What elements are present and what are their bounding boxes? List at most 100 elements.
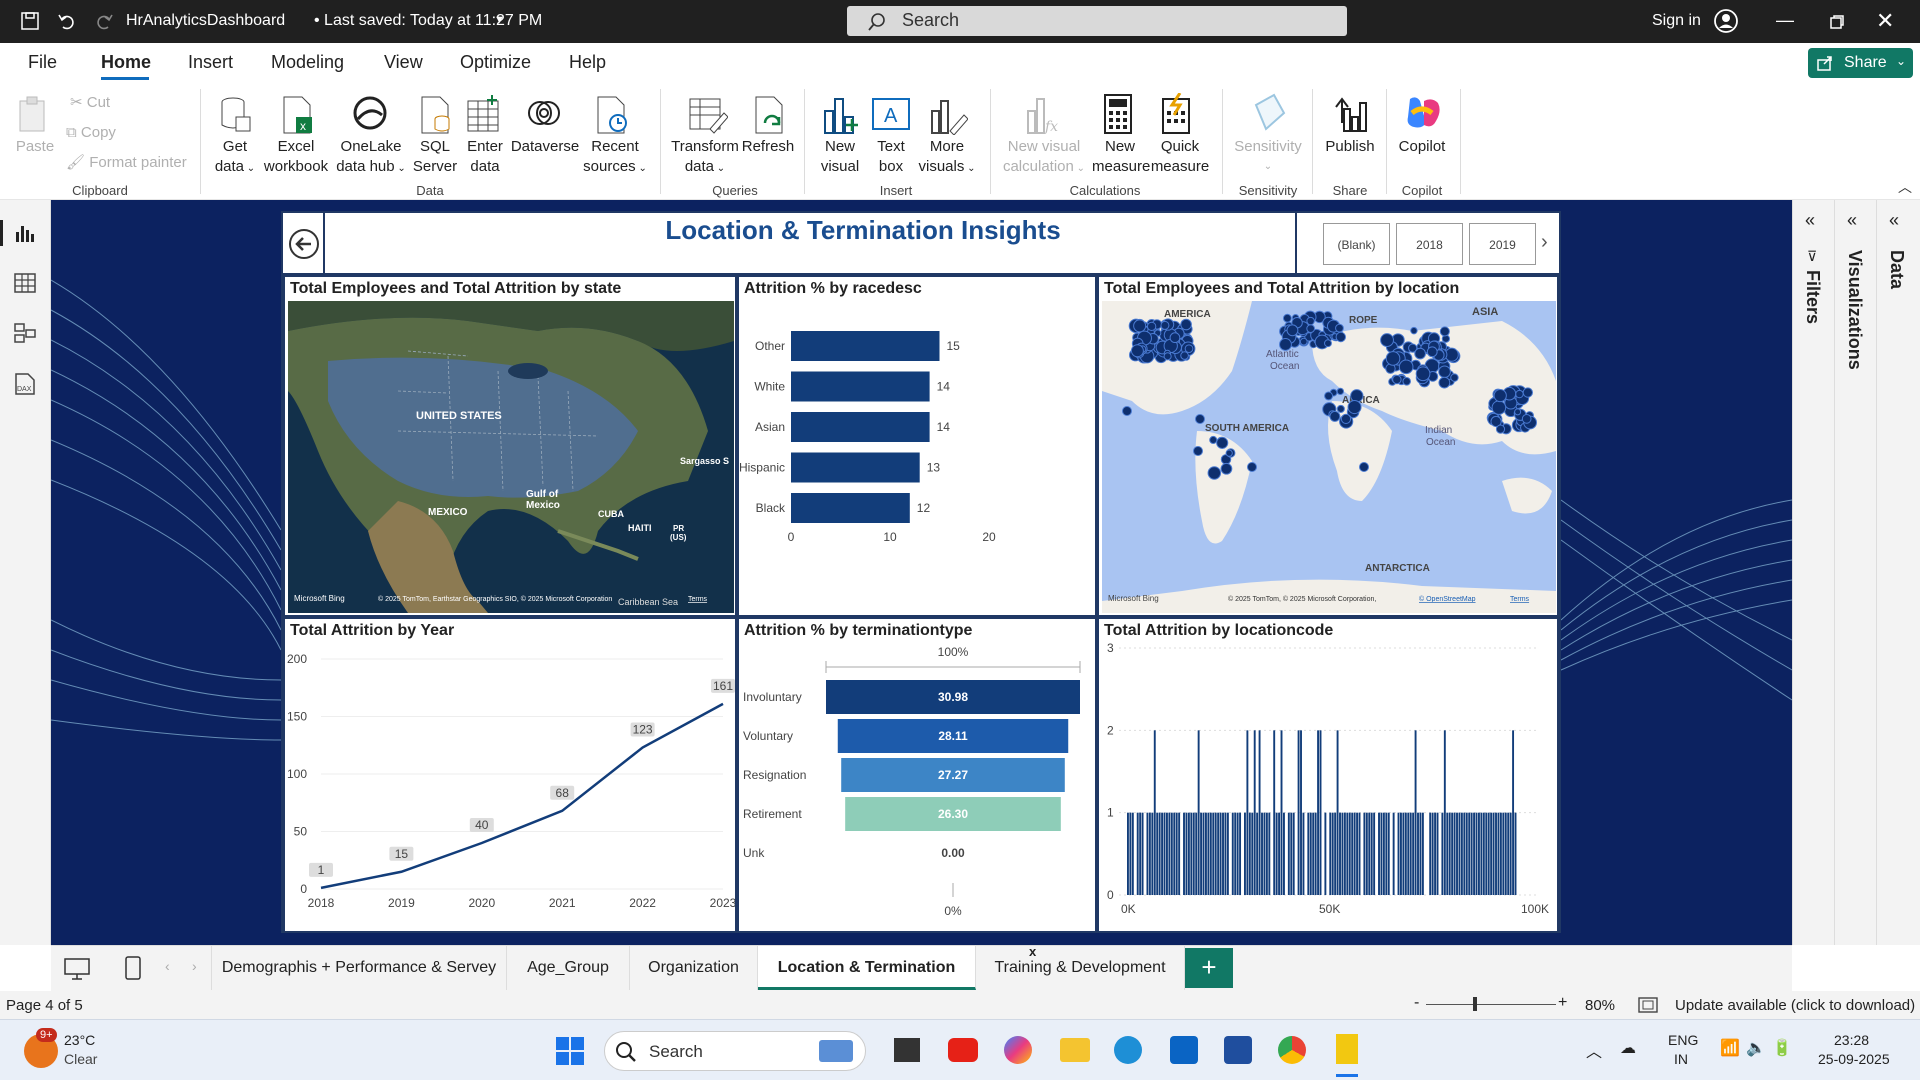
copilot-button[interactable]: Copilot <box>1392 137 1452 157</box>
dax-query-view-icon[interactable]: DAX <box>14 372 36 396</box>
transform-data-button[interactable]: Transform data ⌄ <box>670 137 740 179</box>
back-arrow-icon[interactable] <box>288 228 320 260</box>
sql-server-button[interactable]: SQL Server <box>410 137 460 177</box>
table-view-icon[interactable] <box>14 272 36 294</box>
visualizations-pane[interactable]: « Visualizations <box>1835 200 1877 945</box>
slicer-item-2019[interactable]: 2019 <box>1469 223 1536 265</box>
save-icon[interactable] <box>20 11 40 31</box>
power-bi-icon[interactable] <box>1336 1034 1358 1064</box>
new-measure-button[interactable]: New measure <box>1092 137 1150 177</box>
copilot-app-icon[interactable] <box>1004 1036 1032 1064</box>
tab-location-termination[interactable]: Location & Termination Insights <box>758 946 976 1020</box>
dataverse-button[interactable]: Dataverse <box>510 137 580 157</box>
mobile-layout-icon[interactable] <box>125 956 141 980</box>
sensitivity-button[interactable]: Sensitivity ⌄ <box>1230 137 1306 177</box>
fit-to-page-icon[interactable] <box>1638 997 1658 1013</box>
year-line-chart[interactable]: 0 50 100 150 200 1 2018 15 2019 40 2020 68 2021 123 20… <box>285 643 735 933</box>
tabs-next-icon[interactable]: › <box>192 958 197 974</box>
get-data-button[interactable]: Get data ⌄ <box>210 137 260 179</box>
battery-icon[interactable]: 🔋 <box>1772 1038 1792 1058</box>
menu-home[interactable]: Home <box>101 52 151 73</box>
model-view-icon[interactable] <box>14 322 36 344</box>
close-icon[interactable]: ✕ <box>1876 8 1894 34</box>
recent-sources-button[interactable]: Recent sources ⌄ <box>582 137 648 179</box>
volume-icon[interactable]: 🔈 <box>1746 1038 1766 1058</box>
menu-file[interactable]: File <box>28 52 57 73</box>
slicer-item-2018[interactable]: 2018 <box>1396 223 1463 265</box>
zoom-slider[interactable] <box>1426 1004 1556 1005</box>
expand-data-icon[interactable]: « <box>1889 210 1899 231</box>
enter-data-button[interactable]: Enter data <box>460 137 510 177</box>
show-hidden-icons[interactable]: ︿ <box>1586 1038 1602 1062</box>
taskbar-search[interactable]: Search <box>604 1031 866 1071</box>
menu-view[interactable]: View <box>384 52 423 73</box>
desktop-layout-icon[interactable] <box>64 958 90 980</box>
onelake-data-hub-button[interactable]: OneLake data hub ⌄ <box>335 137 407 179</box>
search-input[interactable]: Search <box>847 6 1347 36</box>
outlook-icon[interactable] <box>1170 1036 1198 1064</box>
redo-icon[interactable] <box>94 11 114 31</box>
account-icon[interactable] <box>1713 8 1739 34</box>
sign-in-link[interactable]: Sign in <box>1652 12 1701 30</box>
restore-icon[interactable] <box>1830 15 1844 29</box>
quick-measure-button[interactable]: Quick measure <box>1150 137 1210 177</box>
youtube-app-icon[interactable] <box>948 1038 978 1062</box>
add-page-button[interactable]: + <box>1185 948 1233 988</box>
menu-help[interactable]: Help <box>569 52 606 73</box>
tab-age-group[interactable]: Age_Group <box>507 946 630 990</box>
onedrive-icon[interactable]: ☁ <box>1620 1038 1636 1058</box>
clock-date[interactable]: 25-09-2025 <box>1818 1051 1890 1067</box>
wifi-icon[interactable]: 📶 <box>1720 1038 1740 1058</box>
race-bar-chart[interactable]: Other 15 White 14 Asian 14 Hispanic 13 Black 12 0 1… <box>739 301 1095 617</box>
clock-time[interactable]: 23:28 <box>1834 1032 1869 1048</box>
slicer-next-icon[interactable]: › <box>1541 231 1548 254</box>
text-box-button[interactable]: Text box <box>866 137 916 177</box>
menu-insert[interactable]: Insert <box>188 52 233 73</box>
tab-demographics[interactable]: Demographis + Performance & Servey <box>212 946 507 990</box>
report-view-icon[interactable] <box>14 222 36 244</box>
paste-button[interactable]: Paste <box>14 137 56 157</box>
file-explorer-icon[interactable] <box>1060 1038 1090 1062</box>
termination-funnel-chart[interactable]: 100% Involuntary 30.98 Voluntary 28.11 Resign… <box>739 643 1095 933</box>
share-button[interactable]: Share ⌄ <box>1808 48 1913 78</box>
locationcode-column-chart[interactable]: 0 1 2 3 0K 50K 100K <box>1099 643 1557 933</box>
task-view-icon[interactable] <box>894 1038 920 1062</box>
expand-visualizations-icon[interactable]: « <box>1847 210 1857 231</box>
language-code[interactable]: ENG <box>1668 1032 1698 1048</box>
data-pane[interactable]: « Data <box>1877 200 1920 945</box>
tab-training-development[interactable]: Training & Development <box>976 946 1185 990</box>
zoom-in-button[interactable]: + <box>1558 994 1567 1012</box>
satellite-map[interactable]: UNITED STATES MEXICO Gulf of Mexico CUBA… <box>288 301 734 613</box>
map-terms-link[interactable]: Terms <box>1510 596 1530 603</box>
minimize-icon[interactable]: — <box>1776 10 1794 31</box>
language-region[interactable]: IN <box>1674 1051 1688 1067</box>
slicer-item-blank[interactable]: (Blank) <box>1323 223 1390 265</box>
refresh-button[interactable]: Refresh <box>740 137 796 157</box>
format-painter-button[interactable]: 🖌 Format painter <box>66 153 187 173</box>
windows-start-icon[interactable] <box>556 1037 584 1065</box>
undo-icon[interactable] <box>57 11 77 31</box>
zoom-out-button[interactable]: - <box>1414 994 1419 1012</box>
menu-optimize[interactable]: Optimize <box>460 52 531 73</box>
collapse-ribbon-icon[interactable]: ︿ <box>1898 177 1912 197</box>
publish-button[interactable]: Publish <box>1320 137 1380 157</box>
chrome-icon[interactable] <box>1278 1036 1306 1064</box>
filters-pane[interactable]: « ⊽ Filters <box>1793 200 1835 945</box>
map-terms-link[interactable]: Terms <box>688 596 708 603</box>
new-visual-calculation-button[interactable]: New visual calculation ⌄ <box>996 137 1092 179</box>
menu-modeling[interactable]: Modeling <box>271 52 344 73</box>
more-visuals-button[interactable]: More visuals ⌄ <box>914 137 980 179</box>
cut-button[interactable]: ✂ Cut <box>70 93 110 113</box>
edge-browser-icon[interactable] <box>1114 1036 1142 1064</box>
update-available-link[interactable]: Update available (click to download) <box>1675 997 1915 1014</box>
world-bubble-map[interactable]: ASIA ROPE AMERICA Atlantic Ocean AFRICA … <box>1102 301 1556 613</box>
expand-filters-icon[interactable]: « <box>1805 210 1815 231</box>
chevron-down-icon[interactable]: ▼ <box>494 14 505 26</box>
zoom-level[interactable]: 80% <box>1585 997 1615 1014</box>
tab-organization[interactable]: Organization <box>630 946 758 990</box>
excel-workbook-button[interactable]: Excel workbook <box>260 137 332 177</box>
copy-button[interactable]: ⧉ Copy <box>66 123 116 143</box>
zoom-slider-thumb[interactable] <box>1473 997 1477 1011</box>
new-visual-button[interactable]: New visual <box>815 137 865 177</box>
store-icon[interactable] <box>1224 1036 1252 1064</box>
